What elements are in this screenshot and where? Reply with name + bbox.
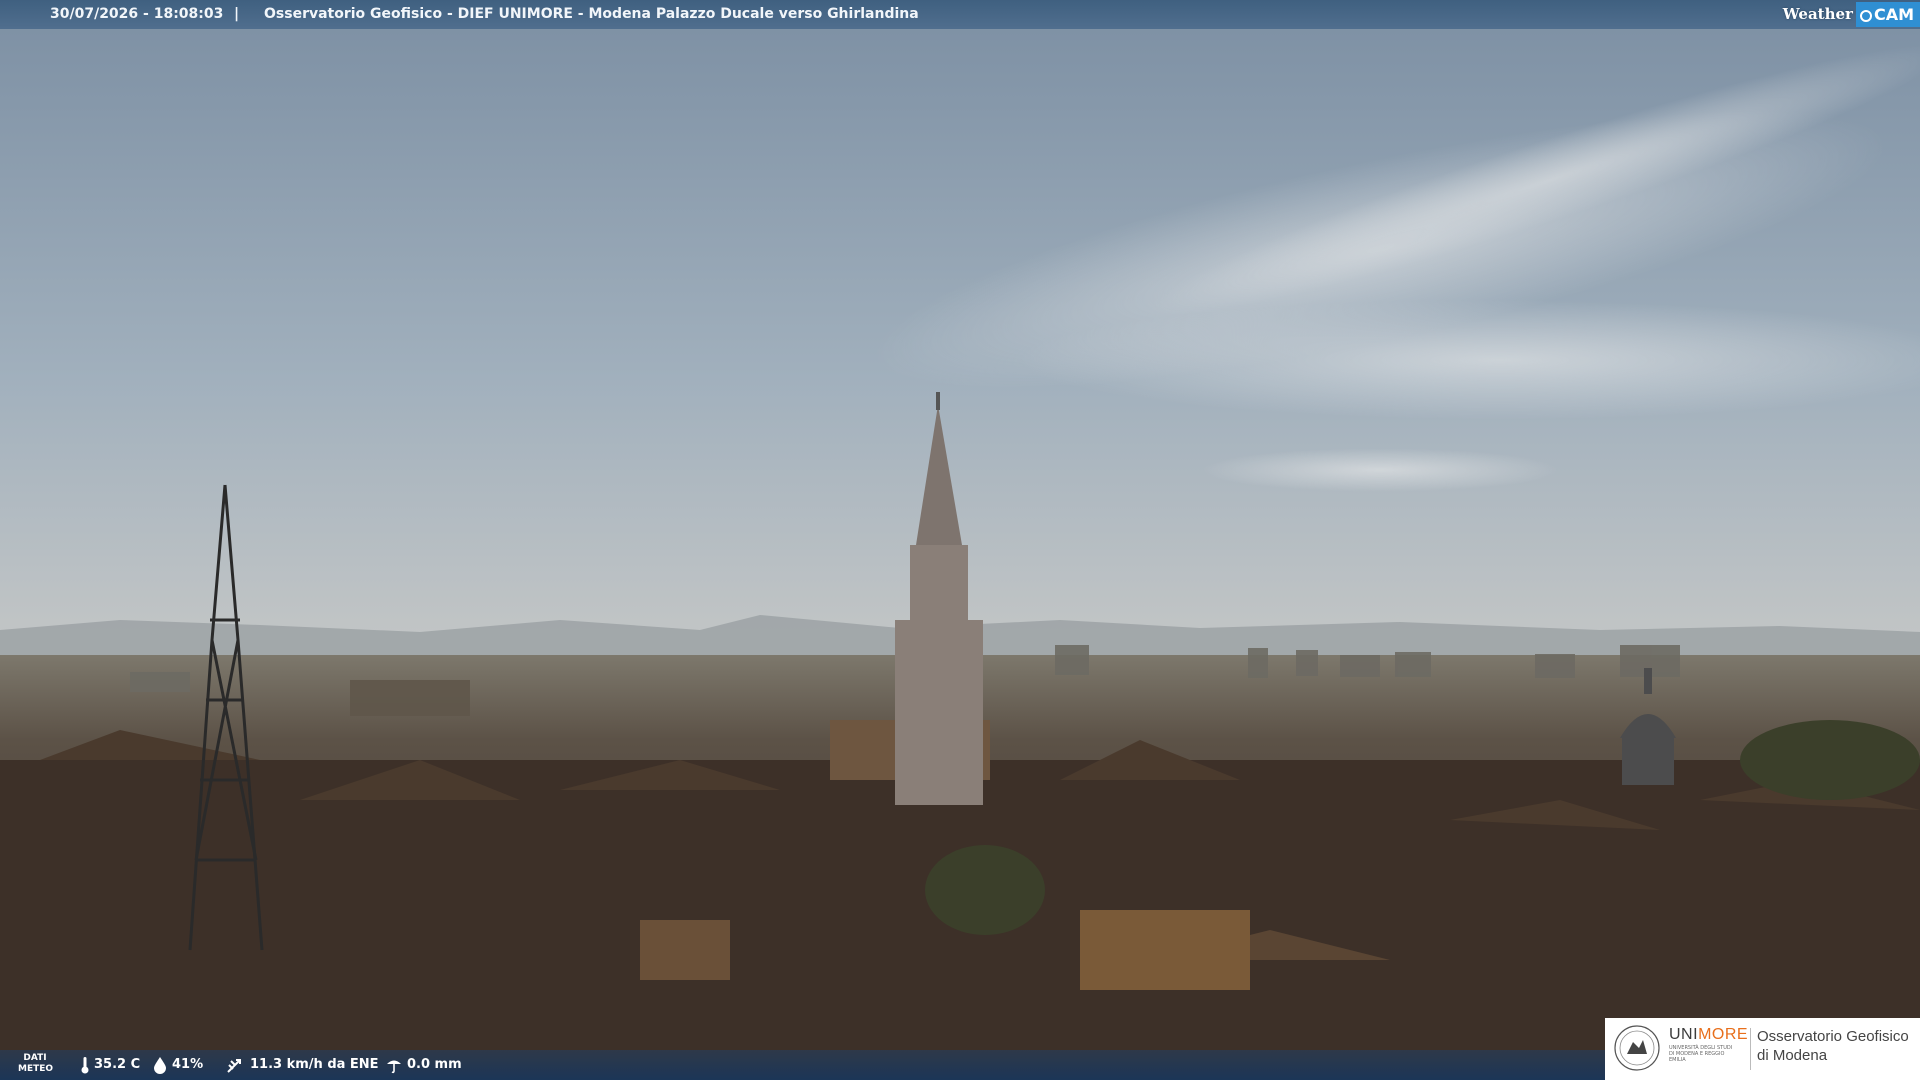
- unimore-logo-panel: UNIMORE UNIVERSITÀ DEGLI STUDI DI MODENA…: [1605, 1018, 1920, 1080]
- uni-text: UNI: [1669, 1026, 1699, 1043]
- more-text: MORE: [1698, 1026, 1749, 1043]
- webcam-header-bar: 30/07/2026 - 18:08:03 | Osservatorio Geo…: [0, 0, 1920, 29]
- humidity-value: 41%: [172, 1057, 204, 1072]
- cam-dot-icon: [1859, 9, 1872, 22]
- dati-meteo-label: DATI METEO: [18, 1053, 54, 1075]
- unimore-seal-icon: [1614, 1025, 1660, 1071]
- rain-reading: 0.0 mm: [385, 1050, 462, 1080]
- meteo-label: METEO: [18, 1064, 54, 1074]
- unimore-wordmark: UNIMORE: [1669, 1026, 1748, 1044]
- dati-label: DATI: [23, 1053, 47, 1063]
- weather-data-bar: DATI METEO 35.2 C 41% 11.3 km/h da ENE 0…: [0, 1050, 1605, 1080]
- rain-gauge-icon: [387, 1060, 401, 1074]
- camera-caption: Osservatorio Geofisico - DIEF UNIMORE - …: [264, 6, 919, 22]
- humidity-reading: 41%: [152, 1050, 203, 1080]
- wind-reading: 11.3 km/h da ENE: [226, 1050, 379, 1080]
- rain-value: 0.0 mm: [407, 1057, 462, 1072]
- brand-cam: CAM: [1855, 2, 1920, 27]
- timestamp: 30/07/2026 - 18:08:03: [50, 6, 224, 22]
- logo-divider: [1750, 1028, 1751, 1070]
- brand-cam-label: CAM: [1873, 5, 1914, 24]
- brand-weather: Weather: [1782, 5, 1853, 23]
- unimore-subtitle: UNIVERSITÀ DEGLI STUDI DI MODENA E REGGI…: [1669, 1045, 1733, 1063]
- temperature-value: 35.2 C: [94, 1057, 141, 1072]
- temperature-reading: 35.2 C: [80, 1050, 140, 1080]
- wind-value: 11.3 km/h da ENE: [250, 1057, 379, 1072]
- observatory-name: Osservatorio Geofisico di Modena: [1757, 1027, 1909, 1065]
- observatory-line-1: Osservatorio Geofisico: [1757, 1028, 1909, 1045]
- webcam-image: [0, 0, 1920, 1080]
- wind-icon: [227, 1059, 241, 1073]
- observatory-line-2: di Modena: [1757, 1047, 1828, 1064]
- weathercam-logo: Weather CAM: [1780, 2, 1920, 27]
- droplet-icon: [154, 1057, 166, 1074]
- thermometer-icon: [81, 1057, 89, 1074]
- separator: |: [234, 6, 240, 22]
